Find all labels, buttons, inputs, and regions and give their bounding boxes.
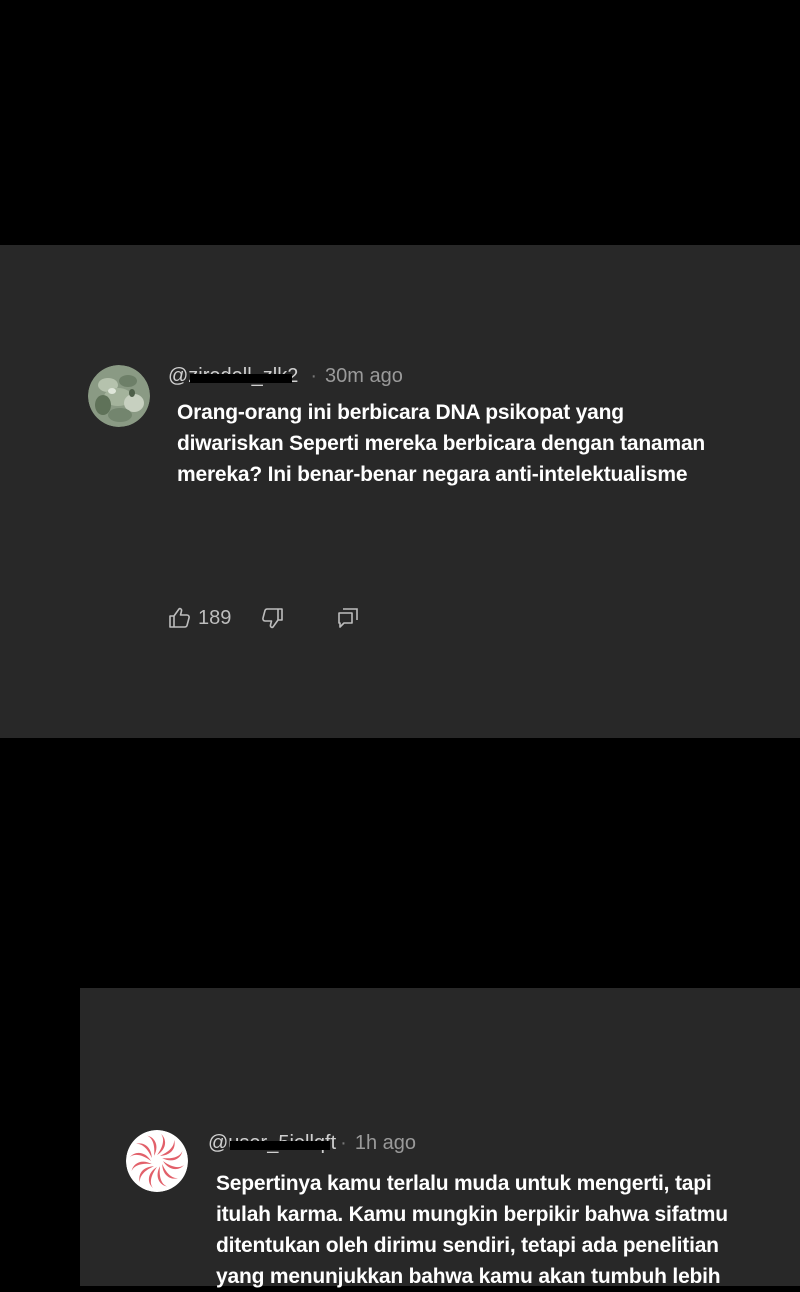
comment-card: @user_5iollqft· 1h ago Sepertinya kamu te… bbox=[80, 988, 800, 1288]
comment-card: @ziredell_zlk2 · 30m ago Orang-orang ini b… bbox=[0, 245, 800, 738]
reply-button[interactable] bbox=[336, 603, 360, 633]
redaction-bar bbox=[230, 1141, 331, 1150]
separator-dot: · bbox=[310, 365, 318, 387]
thumbs-down-icon bbox=[262, 608, 283, 629]
comment-time: 30m ago bbox=[325, 365, 403, 387]
reply-icon bbox=[338, 608, 358, 628]
comment-meta: @ziredell_zlk2 · 30m ago bbox=[168, 365, 403, 388]
username-link[interactable]: @user_5iollqft bbox=[208, 1132, 336, 1155]
comment-text: Orang-orang ini berbicara DNA psikopat y… bbox=[177, 401, 706, 486]
dislike-button[interactable] bbox=[260, 603, 284, 633]
thumbs-up-icon bbox=[169, 607, 190, 628]
plant-photo-avatar-icon bbox=[88, 365, 150, 427]
pinwheel-avatar-icon bbox=[126, 1130, 188, 1192]
separator-dot: · bbox=[340, 1132, 347, 1154]
comment-meta: @user_5iollqft· 1h ago bbox=[208, 1132, 416, 1155]
like-count: 189 bbox=[198, 606, 232, 629]
avatar[interactable] bbox=[126, 1130, 188, 1192]
username-link[interactable]: @ziredell_zlk2 bbox=[168, 365, 298, 388]
comment-text: Sepertinya kamu terlalu muda untuk menge… bbox=[216, 1172, 728, 1288]
redaction-bar bbox=[190, 374, 293, 383]
comment-time: 1h ago bbox=[354, 1132, 416, 1154]
like-button[interactable]: 189 bbox=[168, 603, 231, 633]
avatar[interactable] bbox=[88, 365, 150, 427]
